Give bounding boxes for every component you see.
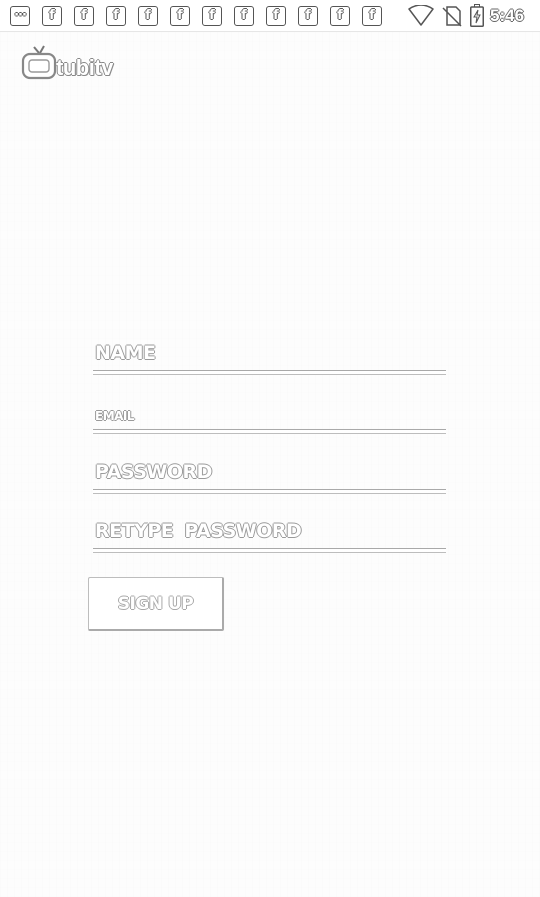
facebook-icon: f — [138, 6, 158, 26]
email-field[interactable]: EMAIL — [93, 400, 446, 440]
facebook-icon: f — [330, 6, 350, 26]
facebook-icon: f — [106, 6, 126, 26]
retype-password-underline — [93, 548, 446, 553]
retype-password-field[interactable]: RETYPE PASSWORD — [93, 515, 446, 559]
logo-text: tubitv — [56, 55, 113, 80]
facebook-icon: f — [74, 6, 94, 26]
facebook-icon: f — [298, 6, 318, 26]
name-underline — [93, 370, 446, 375]
facebook-icon: f — [266, 6, 286, 26]
retype-password-placeholder: RETYPE PASSWORD — [95, 520, 302, 542]
name-field[interactable]: NAME — [93, 330, 446, 376]
more-notifications-icon: ··· — [10, 6, 30, 26]
email-underline — [93, 429, 446, 434]
tv-icon — [21, 45, 57, 80]
status-clock: 5:46 — [490, 6, 525, 25]
email-placeholder: EMAIL — [95, 409, 135, 423]
password-underline — [93, 489, 446, 494]
wifi-icon — [408, 5, 434, 26]
battery-charging-icon — [470, 4, 484, 27]
facebook-icon: f — [362, 6, 382, 26]
signup-screen: ··· f f f f f f f f f f f 5:46 tubitv NA… — [0, 0, 540, 897]
sign-up-button[interactable]: SIGN UP — [88, 577, 224, 631]
status-bar: ··· f f f f f f f f f f f 5:46 — [0, 0, 540, 32]
password-field[interactable]: PASSWORD — [93, 455, 446, 499]
name-placeholder: NAME — [95, 342, 156, 364]
facebook-icon: f — [170, 6, 190, 26]
password-placeholder: PASSWORD — [95, 461, 212, 483]
facebook-icon: f — [42, 6, 62, 26]
facebook-icon: f — [234, 6, 254, 26]
tubitv-logo: tubitv — [20, 43, 150, 83]
sign-up-label: SIGN UP — [117, 594, 194, 614]
no-sim-icon — [442, 6, 462, 27]
facebook-icon: f — [202, 6, 222, 26]
